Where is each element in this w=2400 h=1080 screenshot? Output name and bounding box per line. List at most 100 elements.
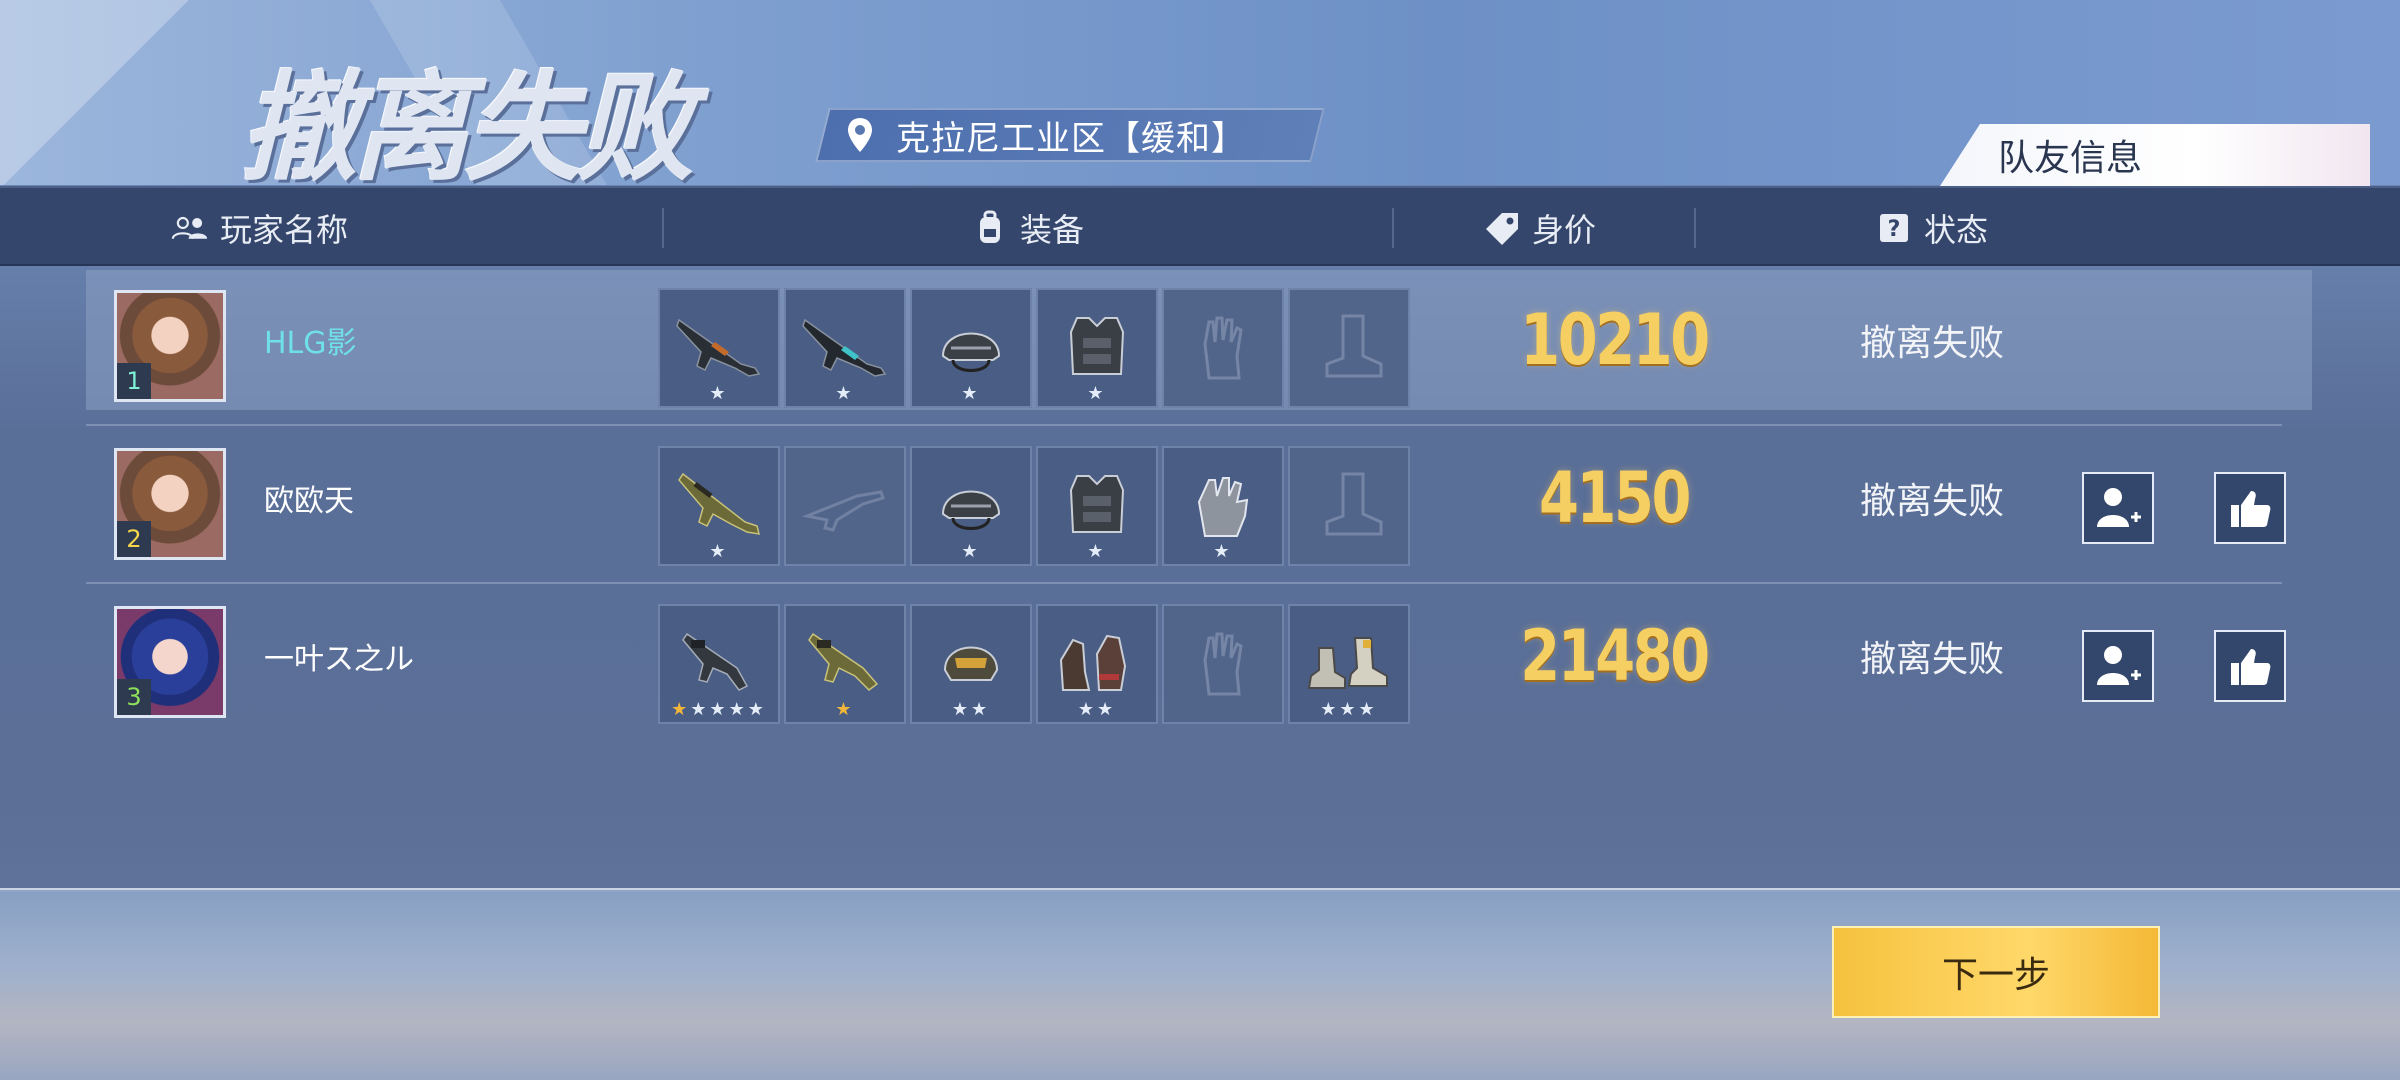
glove-empty-icon — [1203, 316, 1243, 380]
tab-teammate-info[interactable]: 队友信息 — [1940, 124, 2370, 186]
equipment-slot[interactable]: ★ — [784, 288, 906, 408]
equipment-slot[interactable] — [784, 446, 906, 566]
add-friend-icon — [2097, 488, 2141, 527]
player-status: 撤离失败 — [1860, 639, 2005, 680]
player-name: HLG影 — [264, 326, 357, 361]
star-rating: ★ — [1213, 541, 1233, 562]
equipment-slot[interactable] — [1162, 288, 1284, 408]
location-name: 克拉尼工业区【缓和】 — [896, 118, 1246, 159]
player-value: 10210 — [1520, 299, 1710, 381]
header-divider — [662, 208, 664, 248]
player-status: 撤离失败 — [1860, 323, 2005, 364]
location-pin-icon — [842, 115, 878, 155]
star-rating: ★ — [709, 541, 729, 562]
row-divider — [86, 424, 2282, 426]
equipment-slot[interactable]: ★ — [1162, 446, 1284, 566]
column-equipment-label: 装备 — [1020, 211, 1085, 249]
equipment-slot[interactable]: ★★★★★ — [658, 604, 780, 724]
header-divider — [1392, 208, 1394, 248]
thumbs-up-icon — [2231, 491, 2271, 527]
player-row: 1 HLG影 ★ ★ ★ ★ 10210 撤离失败 — [86, 270, 2312, 410]
add-friend-button[interactable] — [2082, 472, 2154, 544]
star-rating: ★ — [709, 383, 729, 404]
helmet-icon — [941, 490, 1001, 530]
helmet-icon — [943, 646, 999, 681]
row-divider — [86, 582, 2282, 584]
rank-badge: 1 — [117, 363, 151, 399]
add-friend-button[interactable] — [2082, 630, 2154, 702]
next-step-button[interactable]: 下一步 — [1832, 926, 2160, 1018]
star-rating: ★ — [961, 383, 981, 404]
player-row: 2 欧欧天 ★ ★ ★ ★ 4150 撤离失败 — [86, 428, 2312, 568]
column-player-label: 玩家名称 — [220, 211, 349, 249]
backpack-icon — [970, 208, 1010, 248]
rifle-empty-icon — [801, 490, 885, 532]
star-rating: ★ — [835, 383, 855, 404]
equipment-slot[interactable]: ★ — [784, 604, 906, 724]
rifle-icon — [678, 472, 761, 535]
players-icon — [170, 208, 210, 248]
smg-icon — [808, 632, 879, 691]
smg-icon — [682, 632, 749, 691]
equipment-slot[interactable]: ★★★ — [1288, 604, 1410, 724]
avatar[interactable]: 2 — [114, 448, 226, 560]
page-title: 撤离失败 — [240, 59, 694, 197]
star-rating: ★ — [961, 541, 981, 562]
glove-icon — [1197, 477, 1249, 537]
column-value: 身价 — [1482, 188, 1596, 268]
question-icon: ? — [1874, 208, 1914, 248]
star-rating: ★★ — [1077, 699, 1117, 720]
avatar[interactable]: 3 — [114, 606, 226, 718]
price-tag-icon — [1482, 208, 1522, 248]
avatar[interactable]: 1 — [114, 290, 226, 402]
star-rating: ★★★ — [1320, 699, 1378, 720]
player-row: 3 一叶ス之ル ★★★★★ ★ ★★ ★★ ★★★ 21480 撤离失败 — [86, 586, 2312, 726]
like-button[interactable] — [2214, 472, 2286, 544]
boots-icon — [1307, 637, 1388, 689]
equipment-slot[interactable] — [1162, 604, 1284, 724]
player-name: 一叶ス之ル — [264, 642, 414, 677]
rifle-icon — [802, 318, 887, 377]
equipment-slot[interactable] — [1288, 288, 1410, 408]
equipment-slot[interactable]: ★ — [1036, 446, 1158, 566]
star-rating: ★ — [1087, 383, 1107, 404]
rifle-icon — [676, 318, 761, 377]
star-rating: ★ — [1087, 541, 1107, 562]
header-divider — [1694, 208, 1696, 248]
equipment-slot[interactable]: ★★ — [1036, 604, 1158, 724]
boot-empty-icon — [1325, 314, 1383, 378]
rank-badge: 3 — [117, 679, 151, 715]
rank-badge: 2 — [117, 521, 151, 557]
column-equipment: 装备 — [970, 188, 1084, 268]
column-player: 玩家名称 — [170, 188, 348, 268]
svg-text:?: ? — [1888, 217, 1901, 242]
equipment-slot[interactable]: ★ — [910, 288, 1032, 408]
equipment-slot[interactable]: ★ — [1036, 288, 1158, 408]
location-badge: 克拉尼工业区【缓和】 — [822, 108, 1318, 162]
star-rating: ★ — [835, 699, 855, 720]
player-status: 撤离失败 — [1860, 481, 2005, 522]
boot-empty-icon — [1325, 472, 1383, 536]
glove-empty-icon — [1203, 632, 1243, 696]
helmet-icon — [941, 332, 1001, 372]
column-status: ? 状态 — [1874, 188, 1988, 268]
table-header: 玩家名称 装备 身价 ? 状态 — [0, 186, 2400, 266]
star-rating: ★★ — [951, 699, 991, 720]
gloves-pair-icon — [1059, 634, 1127, 691]
armor-vest-icon — [1069, 317, 1125, 375]
column-status-label: 状态 — [1924, 211, 1989, 249]
equipment-slot[interactable]: ★★ — [910, 604, 1032, 724]
star-rating: ★★★★★ — [671, 699, 767, 720]
equipment-slot[interactable] — [1288, 446, 1410, 566]
player-name: 欧欧天 — [264, 484, 354, 519]
thumbs-up-icon — [2231, 649, 2271, 685]
equipment-slot[interactable]: ★ — [658, 446, 780, 566]
player-value: 4150 — [1539, 457, 1691, 539]
column-value-label: 身价 — [1532, 211, 1597, 249]
equipment-slot[interactable]: ★ — [658, 288, 780, 408]
like-button[interactable] — [2214, 630, 2286, 702]
player-value: 21480 — [1520, 615, 1710, 697]
equipment-slot[interactable]: ★ — [910, 446, 1032, 566]
add-friend-icon — [2097, 646, 2141, 685]
armor-vest-icon — [1069, 475, 1125, 533]
